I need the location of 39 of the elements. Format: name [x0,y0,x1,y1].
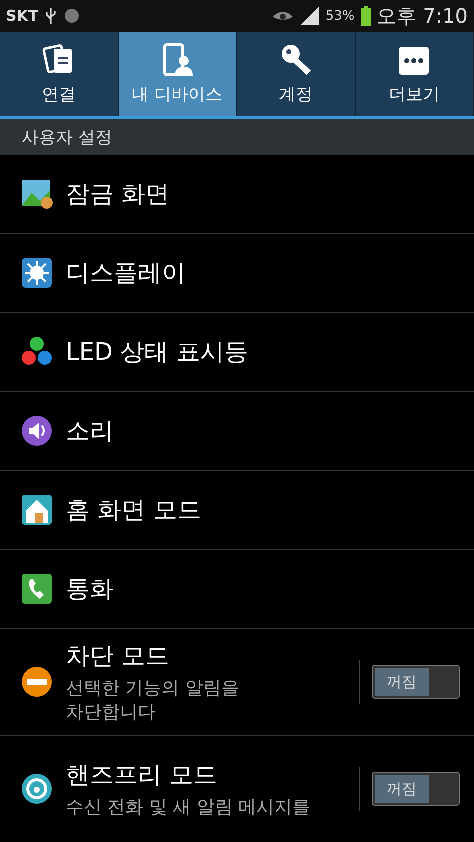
minus-icon [20,665,54,699]
circle-icon [62,7,81,25]
sun-icon [20,256,54,290]
usb-icon [44,7,57,25]
toggle-switch[interactable]: 꺼짐 [372,772,460,806]
settings-item[interactable]: 통화 [0,550,474,629]
settings-item[interactable]: 차단 모드 선택한 기능의 알림을 차단합니다 꺼짐 [0,629,474,736]
item-title: 소리 [66,416,115,447]
item-title: LED 상태 표시등 [66,337,250,368]
tab[interactable]: 내 디바이스 [118,32,237,116]
settings-item[interactable]: 핸즈프리 모드 수신 전화 및 새 알림 메시지를 꺼짐 [0,736,474,842]
item-title: 핸즈프리 모드 [66,760,219,791]
tab[interactable]: 더보기 [356,32,474,116]
clock: 오후 7:10 [376,2,468,30]
house-icon [20,493,54,527]
toggle-switch[interactable]: 꺼짐 [372,665,460,699]
settings-item[interactable]: 디스플레이 [0,234,474,313]
item-title: 홈 화면 모드 [66,495,202,526]
signal-icon [300,6,320,26]
landscape-icon [20,177,54,211]
phone-icon [20,572,54,606]
settings-item[interactable]: LED 상태 표시등 [0,313,474,392]
battery-percent: 53% [326,8,355,24]
settings-item[interactable]: 홈 화면 모드 [0,471,474,550]
item-description: 수신 전화 및 새 알림 메시지를 [66,796,312,819]
item-title: 디스플레이 [66,258,187,289]
tab[interactable]: 계정 [237,32,356,116]
battery-icon [360,6,371,26]
carrier-name: SKT [6,7,39,25]
section-header: 사용자 설정 [0,119,474,155]
settings-item[interactable]: 잠금 화면 [0,155,474,234]
item-title: 잠금 화면 [66,179,171,210]
item-title: 차단 모드 [66,641,171,672]
settings-item[interactable]: 소리 [0,392,474,471]
item-title: 통화 [66,574,115,605]
speaker-icon [20,414,54,448]
tab[interactable]: 연결 [0,32,118,116]
eye-icon [272,9,294,23]
item-description: 선택한 기능의 알림을 차단합니다 [66,677,240,724]
